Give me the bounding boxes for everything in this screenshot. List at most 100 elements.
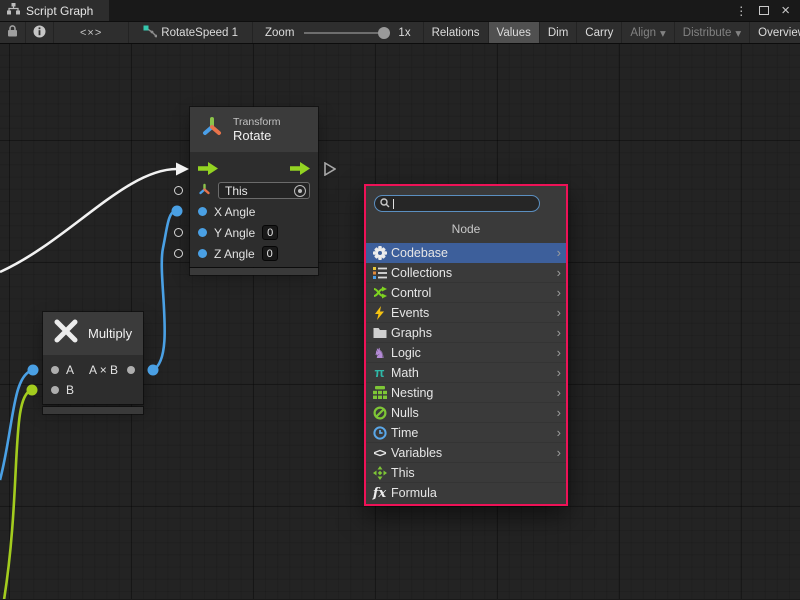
output-label: A × B [89,363,118,377]
info-button[interactable] [26,22,54,43]
y-angle-external-port[interactable] [174,228,183,237]
align-dropdown[interactable]: Align ▾ [622,22,674,43]
graph-name-label: RotateSpeed 1 [161,27,238,39]
finder-item-label: Nesting [391,386,433,400]
chevron-right-icon: › [557,405,561,420]
angle-brackets-icon: <> [371,445,388,461]
nested-graph-icon [371,385,388,401]
finder-item-this[interactable]: This [366,463,566,483]
this-object-field[interactable]: This [218,182,310,199]
transform-gizmo-icon [200,115,224,144]
finder-item-logic[interactable]: ♞ Logic › [366,343,566,363]
finder-item-formula[interactable]: fx Formula [366,483,566,503]
finder-item-collections[interactable]: Collections › [366,263,566,283]
distribute-dropdown[interactable]: Distribute ▾ [675,22,750,43]
null-slash-icon [371,405,388,421]
code-view-button[interactable]: <×> [54,22,129,43]
finder-item-events[interactable]: Events › [366,303,566,323]
values-label: Values [497,27,531,39]
b-input-label: B [66,383,74,397]
x-angle-port[interactable] [198,207,207,216]
b-input-port[interactable] [51,386,59,394]
object-picker-icon[interactable] [294,185,306,197]
multiply-b-input-wire [4,385,38,600]
values-button[interactable]: Values [489,22,540,43]
this-port-row: This [190,180,318,201]
flow-input-port[interactable] [198,162,218,178]
finder-item-math[interactable]: π Math › [366,363,566,383]
carry-label: Carry [585,27,613,39]
relations-button[interactable]: Relations [424,22,489,43]
y-angle-value-field[interactable]: 0 [262,225,278,240]
graph-canvas[interactable]: Transform Rotate [0,44,800,599]
finder-item-nesting[interactable]: Nesting › [366,383,566,403]
zoom-slider-handle[interactable] [378,27,390,39]
tab-title: Script Graph [26,4,93,18]
z-angle-external-port[interactable] [174,249,183,258]
close-icon[interactable]: × [781,3,790,18]
chevron-right-icon: › [557,385,561,400]
relations-label: Relations [432,27,480,39]
finder-header: Node [366,222,566,236]
chevron-down-icon: ▾ [660,26,666,40]
flow-port-row [190,159,318,180]
lock-icon [7,25,18,40]
finder-item-label: Events [391,306,429,320]
chevron-right-icon: › [557,265,561,280]
node-header[interactable]: Transform Rotate [190,107,318,152]
finder-item-label: Math [391,366,419,380]
multiply-a-input-wire [0,365,39,481]
multiply-node[interactable]: Multiply A A × B B [43,312,143,404]
zoom-value: 1x [398,27,410,39]
flow-output-triangle-icon[interactable] [324,162,336,181]
zoom-slider[interactable] [304,32,388,34]
finder-item-graphs[interactable]: Graphs › [366,323,566,343]
finder-item-time[interactable]: Time › [366,423,566,443]
flow-wire [0,163,189,273]
z-angle-port-row: Z Angle 0 [190,243,318,264]
transform-rotate-node[interactable]: Transform Rotate [190,107,318,267]
pi-icon: π [371,365,388,381]
dim-label: Dim [548,27,568,39]
lock-button[interactable] [0,22,26,43]
tab-script-graph[interactable]: Script Graph [0,0,109,21]
finder-item-label: This [391,466,415,480]
node-category: Transform [233,116,280,128]
product-output-port[interactable] [127,366,135,374]
zoom-control: Zoom 1x [253,22,424,43]
search-icon [380,195,390,213]
finder-item-label: Codebase [391,246,448,260]
this-external-port[interactable] [174,186,183,195]
move-arrows-icon [371,465,388,481]
x-angle-port-row: X Angle [190,201,318,222]
info-icon [33,25,46,41]
finder-item-codebase[interactable]: Codebase › [366,243,566,263]
chevron-right-icon: › [557,305,561,320]
finder-item-control[interactable]: Control › [366,283,566,303]
graph-breadcrumb-button[interactable]: RotateSpeed 1 [129,22,253,43]
finder-item-label: Variables [391,446,442,460]
align-label: Align [630,27,656,39]
finder-item-variables[interactable]: <> Variables › [366,443,566,463]
list-icon [371,265,388,281]
node-header[interactable]: Multiply [43,312,143,355]
z-angle-value-field[interactable]: 0 [262,246,278,261]
a-input-label: A [66,363,74,377]
z-angle-port[interactable] [198,249,207,258]
window-menu-icon[interactable]: ⋮ [735,5,747,17]
flow-output-port[interactable] [290,162,310,178]
node-footer [190,268,318,275]
y-angle-port[interactable] [198,228,207,237]
finder-item-label: Formula [391,486,437,500]
x-angle-label: X Angle [214,205,255,219]
search-input[interactable] [374,195,540,212]
a-input-port[interactable] [51,366,59,374]
script-graph-icon [7,3,20,18]
overview-button[interactable]: Overview [750,22,800,43]
dim-button[interactable]: Dim [540,22,577,43]
finder-item-label: Time [391,426,418,440]
chevron-right-icon: › [557,445,561,460]
carry-button[interactable]: Carry [577,22,622,43]
finder-item-nulls[interactable]: Nulls › [366,403,566,423]
maximize-icon[interactable] [759,6,769,15]
